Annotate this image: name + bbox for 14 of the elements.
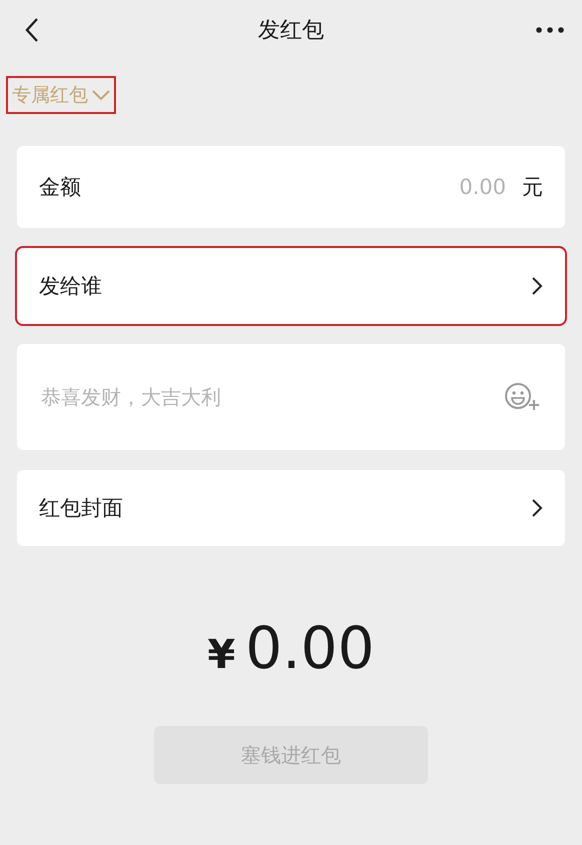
- menu-row[interactable]: 红包封面: [17, 470, 565, 546]
- unit-label: 元: [522, 174, 543, 201]
- currency-symbol: ¥: [208, 632, 236, 678]
- chevron-down-icon: [92, 90, 110, 100]
- menu-row[interactable]: 发给谁: [17, 248, 565, 324]
- chevron-icon: [531, 498, 543, 518]
- chevron-icon: [531, 276, 543, 296]
- row-label: 发给谁: [39, 273, 103, 300]
- amount-label: 金额: [39, 174, 82, 201]
- page-title: 发红包: [258, 17, 324, 45]
- total-amount: 0.00: [245, 614, 374, 682]
- more-icon: [536, 27, 564, 33]
- back-icon: [25, 17, 39, 43]
- row-label: 红包封面: [39, 495, 124, 522]
